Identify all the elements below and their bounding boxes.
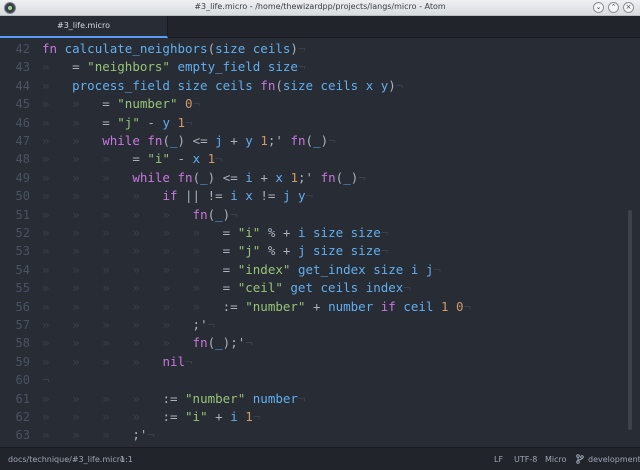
vertical-scrollbar[interactable] — [628, 210, 632, 430]
line-number: 56 — [15, 299, 30, 314]
line-number: 42 — [15, 42, 30, 56]
code-line[interactable]: 63 » » » ;'¬ — [0, 426, 630, 444]
status-bar: docs/technique/#3_life.micro 1:1 LF UTF-… — [0, 447, 640, 470]
code-line[interactable]: 47 » » while fn(_) <= j + y 1;' fn(_)¬ — [0, 132, 630, 150]
code-text[interactable]: » » » » » fn(_);'¬ — [42, 334, 253, 352]
window-title: #3_life.micro - /home/thewizardpp/projec… — [194, 2, 446, 11]
code-line[interactable]: 46 » » = "j" - y 1¬ — [0, 114, 630, 132]
code-text[interactable]: » » » » nil¬ — [42, 353, 193, 371]
code-text[interactable]: » » » » » » = "i" % + i size size¬ — [42, 224, 388, 242]
code-text[interactable]: » » = "j" - y 1¬ — [42, 114, 193, 132]
minimize-icon[interactable]: ⌄ — [593, 2, 604, 13]
code-text[interactable]: » » » » » ;'¬ — [42, 316, 215, 334]
line-number: 55 — [15, 281, 30, 296]
code-line[interactable]: 51 » » » » » fn(_)¬ — [0, 206, 630, 224]
code-editor[interactable]: 42 fn calculate_neighbors(size ceils)¬ 43 »… — [0, 38, 640, 447]
code-line[interactable]: 60 ¬ — [0, 371, 630, 389]
tab-bar: #3_life.micro — [0, 16, 640, 38]
git-branch-icon — [576, 454, 584, 464]
code-line[interactable]: 55 » » » » » » = "ceil" get ceils index¬ — [0, 279, 630, 297]
code-text[interactable]: » process_field size ceils fn(size ceils… — [42, 77, 403, 95]
code-line[interactable]: 45 » » = "number" 0¬ — [0, 95, 630, 113]
code-text[interactable]: ¬ — [42, 371, 50, 389]
code-line[interactable]: 59 » » » » nil¬ — [0, 353, 630, 371]
code-line[interactable]: 49 » » » while fn(_) <= i + x 1;' fn(_)¬ — [0, 169, 630, 187]
line-number: 48 — [15, 152, 30, 167]
line-number: 61 — [15, 391, 30, 406]
close-icon[interactable]: × — [623, 2, 634, 13]
code-line[interactable]: 54 » » » » » » = "index" get_index size i… — [0, 261, 630, 279]
code-line[interactable]: 43 » = "neighbors" empty_field size¬ — [0, 58, 630, 76]
code-line[interactable]: 57 » » » » » ;'¬ — [0, 316, 630, 334]
code-text[interactable]: fn calculate_neighbors(size ceils)¬ — [42, 40, 305, 58]
code-text[interactable]: » = "neighbors" empty_field size¬ — [42, 58, 305, 76]
line-number: 45 — [15, 97, 30, 112]
tab-label: #3_life.micro — [57, 21, 110, 30]
code-text[interactable]: » » = "number" 0¬ — [42, 95, 200, 113]
code-line[interactable]: 42 fn calculate_neighbors(size ceils)¬ — [0, 40, 630, 58]
tab-3-life-micro[interactable]: #3_life.micro — [0, 16, 168, 38]
status-cursor-position[interactable]: 1:1 — [120, 455, 133, 464]
line-number: 53 — [15, 244, 30, 259]
status-line-ending[interactable]: LF — [494, 455, 503, 464]
code-text[interactable]: » » » » » » = "ceil" get ceils index¬ — [42, 279, 411, 297]
code-line[interactable]: 52 » » » » » » = "i" % + i size size¬ — [0, 224, 630, 242]
status-file-path[interactable]: docs/technique/#3_life.micro — [8, 455, 125, 464]
line-number: 60 — [15, 373, 30, 388]
line-number: 51 — [15, 207, 30, 222]
line-number: 52 — [15, 226, 30, 240]
line-number: 57 — [15, 318, 30, 332]
line-number: 47 — [15, 134, 30, 148]
code-text[interactable]: » » » » » fn(_)¬ — [42, 206, 238, 224]
code-line[interactable]: 61 » » » » := "number" number¬ — [0, 390, 630, 408]
line-number: 59 — [15, 354, 30, 369]
line-number: 50 — [15, 189, 30, 204]
line-number: 44 — [15, 78, 30, 93]
status-grammar[interactable]: Micro — [545, 455, 567, 464]
code-text[interactable]: » » » » » » = "j" % + j size size¬ — [42, 242, 388, 260]
line-number: 49 — [15, 170, 30, 185]
code-line[interactable]: 44 » process_field size ceils fn(size cei… — [0, 77, 630, 95]
code-text[interactable]: » » » ;'¬ — [42, 426, 155, 444]
code-line[interactable]: 62 » » » » := "i" + i 1¬ — [0, 408, 630, 426]
code-text[interactable]: » » » » := "number" number¬ — [42, 390, 305, 408]
status-encoding[interactable]: UTF-8 — [514, 455, 537, 464]
line-number: 62 — [15, 410, 30, 424]
line-number: 63 — [15, 428, 30, 443]
code-line[interactable]: 58 » » » » » fn(_);'¬ — [0, 334, 630, 352]
code-text[interactable]: » » » » := "i" + i 1¬ — [42, 408, 260, 426]
line-number: 43 — [15, 60, 30, 75]
line-number: 54 — [15, 262, 30, 277]
code-line[interactable]: 50 » » » » if || != i x != j y¬ — [0, 187, 630, 205]
code-text[interactable]: » » » while fn(_) <= i + x 1;' fn(_)¬ — [42, 169, 366, 187]
code-text[interactable]: » » » » if || != i x != j y¬ — [42, 187, 313, 205]
code-line[interactable]: 48 » » » = "i" - x 1¬ — [0, 150, 630, 168]
code-text[interactable]: » » » » » » := "number" + number if ceil… — [42, 298, 471, 316]
code-line[interactable]: 53 » » » » » » = "j" % + j size size¬ — [0, 242, 630, 260]
status-git-branch[interactable]: development — [588, 455, 640, 464]
code-text[interactable]: » » » » » » = "index" get_index size i j… — [42, 261, 441, 279]
code-text[interactable]: » » while fn(_) <= j + y 1;' fn(_)¬ — [42, 132, 336, 150]
window-titlebar: #3_life.micro - /home/thewizardpp/projec… — [0, 0, 640, 16]
line-number: 58 — [15, 336, 30, 351]
line-number: 46 — [15, 115, 30, 130]
maximize-icon[interactable]: ⌃ — [608, 2, 619, 13]
code-line[interactable]: 56 » » » » » » := "number" + number if ce… — [0, 298, 630, 316]
code-text[interactable]: » » » = "i" - x 1¬ — [42, 150, 223, 168]
